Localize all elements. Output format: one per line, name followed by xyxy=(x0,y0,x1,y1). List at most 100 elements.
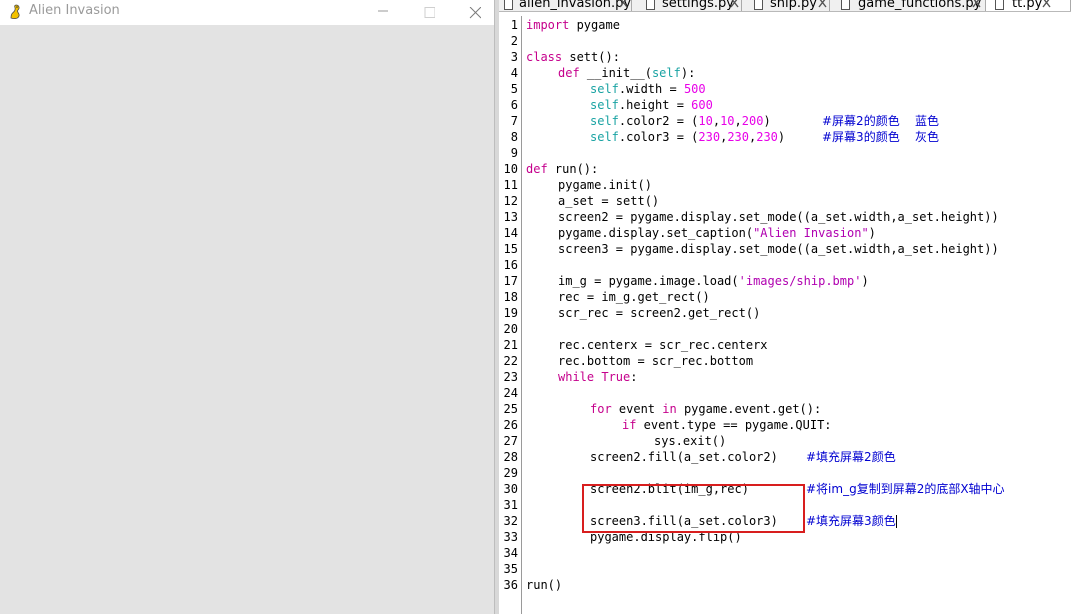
tab-tt[interactable]: tt.py xyxy=(986,0,1071,11)
line-number: 31 xyxy=(503,498,518,512)
line-number: 29 xyxy=(503,466,518,480)
line-number: 14 xyxy=(503,226,518,240)
code-line: rec = im_g.get_rect() xyxy=(558,290,710,304)
line-number: 9 xyxy=(510,146,518,160)
self-keyword: self xyxy=(590,82,619,96)
keyword: import xyxy=(526,18,570,32)
document-icon xyxy=(841,0,850,10)
line-number: 19 xyxy=(503,306,518,320)
code-text: .color2 = ( xyxy=(618,114,699,128)
code-line: screen3 = pygame.display.set_mode((a_set… xyxy=(558,242,999,256)
line-number: 1 xyxy=(510,18,518,32)
code-line: while True: xyxy=(558,369,638,385)
code-comment: #填充屏幕2颜色 xyxy=(806,450,896,464)
line-number: 30 xyxy=(503,482,518,496)
keyword: while xyxy=(558,370,595,384)
text-cursor xyxy=(895,515,897,528)
keyword: if xyxy=(622,418,637,432)
tab-label: settings.py xyxy=(662,0,734,11)
number-literal: 230 xyxy=(756,130,778,144)
line-number: 33 xyxy=(503,530,518,544)
minimize-icon xyxy=(378,10,388,12)
code-line: for event in pygame.event.get(): xyxy=(590,401,821,417)
code-text: ): xyxy=(680,66,696,80)
tab-alien-invasion[interactable]: alien_invasion.py xyxy=(499,0,632,11)
code-line: a_set = sett() xyxy=(558,194,660,208)
red-highlight-annotation xyxy=(582,484,805,533)
code-comment: #屏幕3的颜色 灰色 xyxy=(822,130,939,144)
line-number: 25 xyxy=(503,402,518,416)
code-line: rec.centerx = scr_rec.centerx xyxy=(558,338,768,352)
keyword: in xyxy=(662,402,677,416)
code-text: .height = xyxy=(618,98,692,112)
code-text: ) xyxy=(763,114,771,128)
pygame-window: Alien Invasion xyxy=(0,0,494,614)
document-icon xyxy=(754,0,763,10)
code-line: class sett(): xyxy=(526,49,620,65)
code-line: im_g = pygame.image.load('images/ship.bm… xyxy=(558,273,869,289)
tab-label: game_functions.py xyxy=(858,0,982,11)
tab-game-functions[interactable]: game_functions.py xyxy=(830,0,986,11)
line-number: 23 xyxy=(503,370,518,384)
keyword: for xyxy=(590,402,612,416)
tab-bar: alien_invasion.py settings.py ship.py ga… xyxy=(499,0,1071,12)
number-literal: 10 xyxy=(698,114,713,128)
maximize-icon xyxy=(424,7,435,18)
code-comment: #屏幕2的颜色 蓝色 xyxy=(822,114,939,128)
self-keyword: self xyxy=(590,130,619,144)
code-text: ) xyxy=(861,274,869,288)
line-number: 10 xyxy=(503,162,518,176)
maximize-button[interactable] xyxy=(406,0,452,25)
line-number: 26 xyxy=(503,418,518,432)
code-text: event.type == pygame.QUIT: xyxy=(636,418,832,432)
code-line: self.height = 600 xyxy=(590,97,713,113)
tab-settings[interactable]: settings.py xyxy=(632,0,742,11)
line-number: 13 xyxy=(503,210,518,224)
code-line: self.color2 = (10,10,200) xyxy=(590,114,771,128)
code-line: def run(): xyxy=(526,161,598,177)
code-comment: #将im_g复制到屏幕2的底部X轴中心 xyxy=(806,482,1005,496)
string-literal: 'images/ship.bmp' xyxy=(738,274,862,288)
code-line: import pygame xyxy=(526,17,620,33)
code-line: sys.exit() xyxy=(654,434,727,448)
line-number: 18 xyxy=(503,290,518,304)
code-text: __init__( xyxy=(579,66,652,80)
code-line: #填充屏幕3颜色 xyxy=(806,513,897,529)
pygame-snake-icon xyxy=(10,4,20,19)
self-keyword: self xyxy=(651,66,681,80)
close-tab-icon[interactable] xyxy=(1042,0,1051,8)
line-number: 16 xyxy=(503,258,518,272)
document-icon xyxy=(995,0,1004,10)
code-text: : xyxy=(630,370,638,384)
keyword: True xyxy=(601,370,631,384)
code-line: screen2.fill(a_set.color2) xyxy=(590,450,778,464)
number-literal: 230 xyxy=(698,130,721,144)
code-text: pygame xyxy=(569,18,620,32)
code-line: if event.type == pygame.QUIT: xyxy=(622,417,832,433)
keyword: class xyxy=(526,50,563,64)
code-line: screen2 = pygame.display.set_mode((a_set… xyxy=(558,210,999,224)
code-text: pygame.event.get(): xyxy=(676,402,822,416)
code-text: event xyxy=(611,402,663,416)
line-number: 35 xyxy=(503,562,518,576)
tab-ship[interactable]: ship.py xyxy=(742,0,830,11)
minimize-button[interactable] xyxy=(360,0,406,25)
close-tab-icon[interactable] xyxy=(972,0,981,8)
code-line: run() xyxy=(526,578,563,592)
line-number: 7 xyxy=(510,114,518,128)
code-comment: #填充屏幕3颜色 xyxy=(806,514,896,528)
close-tab-icon[interactable] xyxy=(730,0,739,8)
number-literal: 10 xyxy=(720,114,735,128)
close-tab-icon[interactable] xyxy=(818,0,827,8)
code-line: self.color3 = (230,230,230) xyxy=(590,130,786,144)
line-number: 6 xyxy=(510,98,518,112)
code-line: pygame.init() xyxy=(558,178,652,192)
line-number: 20 xyxy=(503,322,518,336)
close-tab-icon[interactable] xyxy=(619,0,628,8)
line-number: 17 xyxy=(503,274,518,288)
tab-label: tt.py xyxy=(1012,0,1043,11)
pygame-titlebar[interactable]: Alien Invasion xyxy=(0,0,494,25)
code-text: sett(): xyxy=(562,50,620,64)
close-button[interactable] xyxy=(452,0,498,25)
number-literal: 600 xyxy=(691,98,713,112)
